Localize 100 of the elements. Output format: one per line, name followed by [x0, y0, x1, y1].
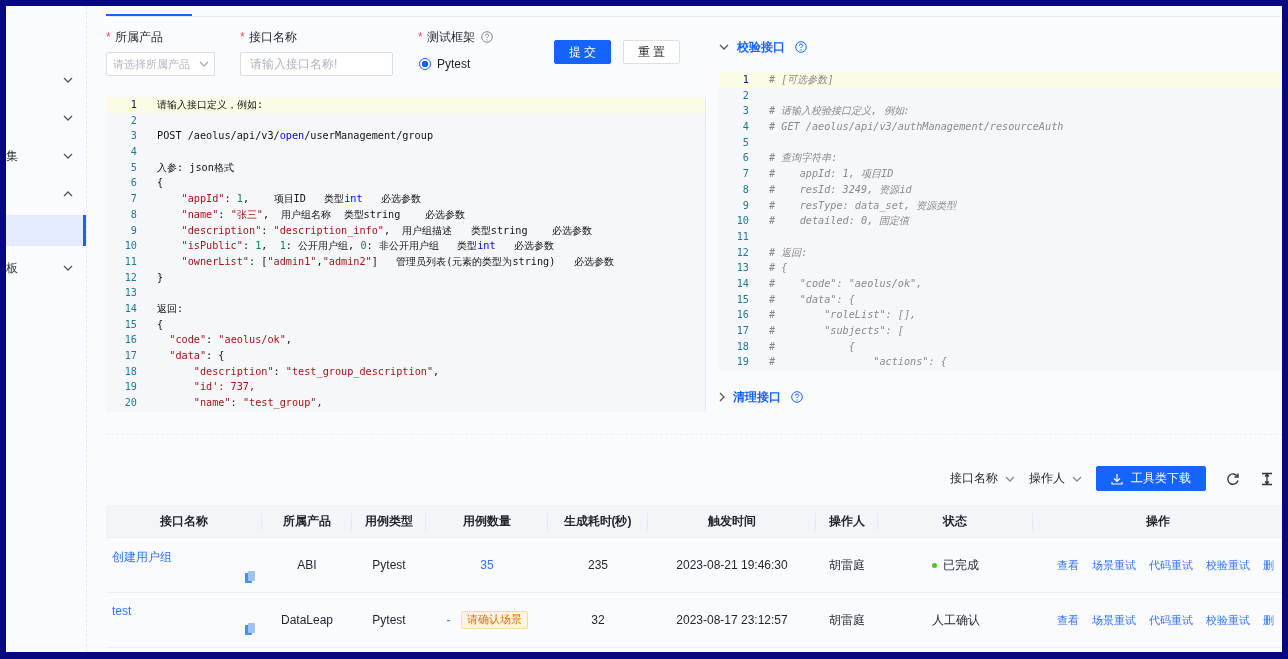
- chevron-down-icon: [63, 265, 73, 271]
- status-text: 已完成: [943, 556, 979, 574]
- required-mark: *: [418, 30, 423, 44]
- action-link[interactable]: 代码重试: [1149, 557, 1193, 573]
- status-tag: 请确认场景: [460, 611, 528, 629]
- line-number: 5: [741, 135, 750, 150]
- line-number: 16: [123, 333, 138, 348]
- column-header: 用例类型: [352, 513, 426, 530]
- line-number: 17: [735, 324, 750, 338]
- column-height-icon[interactable]: [1260, 471, 1274, 486]
- interface-link[interactable]: test: [112, 604, 132, 618]
- action-link[interactable]: 场景重试: [1092, 557, 1136, 573]
- action-link[interactable]: 校验重试: [1206, 557, 1250, 573]
- copy-icon[interactable]: [245, 623, 255, 635]
- copy-icon[interactable]: [245, 571, 255, 583]
- line-number: 12: [123, 270, 138, 285]
- line-number: 8: [741, 182, 750, 197]
- action-link[interactable]: 校验重试: [1206, 612, 1250, 628]
- column-header: 触发时间: [648, 513, 816, 530]
- code-line: "code": "aeolus/ok",: [168, 333, 292, 348]
- line-number: 14: [123, 301, 138, 316]
- section-title[interactable]: 清理接口: [733, 388, 781, 406]
- code-line: # appId: 1, 项目ID: [769, 167, 894, 182]
- table-cell-text: 胡雷庭: [828, 556, 866, 574]
- line-number: 1: [129, 98, 138, 112]
- line-number: 10: [735, 214, 750, 229]
- submit-button[interactable]: 提 交: [553, 40, 611, 64]
- input-field[interactable]: 请输入接口名称!: [240, 52, 393, 76]
- code-line: # "roleList": [],: [769, 308, 917, 323]
- chevron-down-icon: [63, 77, 73, 83]
- line-number: 9: [129, 223, 138, 238]
- download-icon: [1111, 472, 1123, 485]
- action-link[interactable]: 查看: [1057, 612, 1079, 628]
- column-header: 所属产品: [262, 513, 352, 530]
- chevron-down-icon: [63, 115, 73, 121]
- line-number: 6: [741, 151, 750, 166]
- sidebar-subitem[interactable]: [6, 215, 86, 246]
- action-link[interactable]: 代码重试: [1149, 612, 1193, 628]
- table-cell-text: 2023-08-21 19:46:30: [675, 557, 789, 574]
- line-number: 7: [741, 167, 750, 182]
- line-number: 19: [735, 355, 750, 370]
- case-count-link[interactable]: -: [446, 613, 451, 627]
- line-number: 3: [741, 104, 750, 119]
- code-line: "isPublic": 1, 1: 公开用户组, 0: 非公开用户组 类型int 必选参数: [180, 239, 554, 254]
- code-line: "ownerList": ["admin1","admin2"] 管理员列表(元素的类型为string) 必选参数: [180, 254, 614, 269]
- code-line: "appId": 1, 项目ID 类型int 必选参数: [180, 192, 422, 207]
- section-title[interactable]: 校验接口: [737, 38, 785, 56]
- table-cell-text: 235: [587, 557, 609, 574]
- action-link[interactable]: 查看: [1057, 557, 1079, 573]
- radio-button[interactable]: [419, 58, 431, 70]
- table-cell-text: 32: [590, 612, 606, 629]
- line-number: 5: [129, 160, 138, 175]
- code-line: # 返回:: [769, 245, 808, 260]
- radio-label[interactable]: Pytest: [437, 57, 471, 71]
- line-number: 2: [129, 113, 138, 128]
- line-number: 11: [123, 254, 138, 269]
- line-number: 17: [123, 349, 138, 363]
- field-label: 测试框架: [426, 28, 475, 46]
- line-number: 15: [735, 292, 750, 307]
- code-line: }: [157, 270, 164, 285]
- table-cell-text: 2023-08-17 23:12:57: [675, 612, 789, 629]
- chevron-down-icon: [63, 153, 73, 159]
- filter-dropdown[interactable]: 操作人: [1029, 470, 1082, 487]
- code-line: "name": "张三", 用户组名称 类型string 必选参数: [180, 207, 465, 222]
- line-number: 7: [129, 192, 138, 207]
- code-line: # GET /aeolus/api/v3/authManagement/resourceAuth: [769, 120, 1064, 135]
- line-number: 18: [735, 339, 750, 354]
- code-line: POST /aeolus/api/v3/open/userManagement/group: [157, 129, 434, 144]
- reset-button[interactable]: 重 置: [623, 40, 681, 64]
- action-link[interactable]: 删: [1263, 557, 1274, 573]
- code-line: # detailed: 0, 固定值: [769, 214, 910, 229]
- required-mark: *: [240, 30, 245, 44]
- line-number: 10: [123, 239, 138, 254]
- status-text: 人工确认: [931, 611, 980, 629]
- sidebar-item[interactable]: 集: [6, 137, 86, 175]
- line-number: 2: [741, 88, 750, 103]
- code-line: {: [157, 176, 164, 191]
- refresh-icon[interactable]: [1226, 471, 1240, 486]
- code-line: "id': 737,: [192, 380, 256, 395]
- column-header: 操作: [1145, 513, 1171, 530]
- chevron-right-icon[interactable]: [719, 392, 725, 402]
- column-header: 用例数量: [426, 513, 548, 530]
- code-editor[interactable]: [106, 97, 706, 412]
- action-link[interactable]: 场景重试: [1092, 612, 1136, 628]
- column-header: 接口名称: [106, 513, 262, 530]
- code-line: # "subjects": [: [769, 324, 904, 338]
- action-link[interactable]: 删: [1263, 612, 1274, 628]
- line-number: 4: [129, 145, 138, 160]
- case-count-link[interactable]: 35: [480, 558, 494, 572]
- chevron-down-icon[interactable]: [719, 44, 729, 50]
- line-number: 14: [735, 276, 750, 291]
- line-number: 16: [735, 308, 750, 323]
- code-line: {: [157, 317, 164, 332]
- download-button[interactable]: 工具类下载: [1096, 466, 1206, 491]
- column-header: 生成耗时(秒): [548, 513, 648, 530]
- chevron-up-icon: [63, 191, 73, 197]
- filter-dropdown[interactable]: 接口名称: [950, 470, 1015, 487]
- sidebar-item[interactable]: 板: [6, 249, 86, 287]
- line-number: 11: [735, 229, 750, 244]
- interface-link[interactable]: 创建用户组: [112, 549, 172, 566]
